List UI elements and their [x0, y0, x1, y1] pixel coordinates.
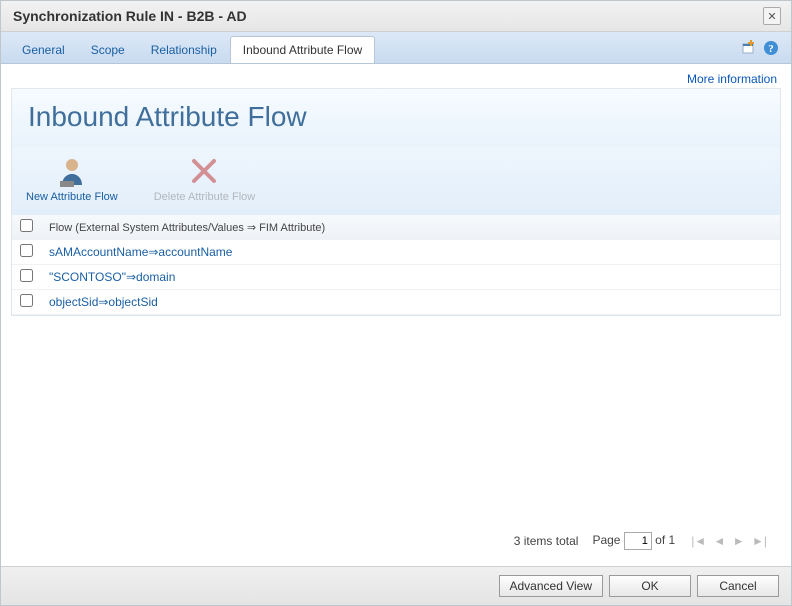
pager-first-icon[interactable]: |◄: [689, 534, 708, 548]
close-button[interactable]: ✕: [763, 7, 781, 25]
cancel-button[interactable]: Cancel: [697, 575, 779, 597]
flow-cell[interactable]: objectSid⇒objectSid: [41, 290, 780, 315]
tab-inbound-attribute-flow[interactable]: Inbound Attribute Flow: [230, 36, 375, 63]
header-right-icons: ?: [741, 40, 783, 56]
more-info-row: More information: [11, 68, 781, 88]
table-row: "SCONTOSO"⇒domain: [12, 265, 780, 290]
delete-attribute-flow-label: Delete Attribute Flow: [154, 191, 256, 203]
dialog-window: Synchronization Rule IN - B2B - AD ✕ Gen…: [0, 0, 792, 606]
select-all-checkbox[interactable]: [20, 219, 33, 232]
more-information-link[interactable]: More information: [687, 72, 777, 86]
row-checkbox[interactable]: [20, 244, 33, 257]
new-attribute-flow-label: New Attribute Flow: [26, 191, 118, 203]
row-checkbox[interactable]: [20, 294, 33, 307]
tab-general[interactable]: General: [9, 36, 78, 63]
tab-relationship[interactable]: Relationship: [138, 36, 230, 63]
delete-x-icon: [188, 155, 220, 187]
page-input[interactable]: [624, 532, 652, 550]
window-title: Synchronization Rule IN - B2B - AD: [13, 8, 763, 24]
close-icon: ✕: [767, 10, 776, 23]
add-window-icon[interactable]: [741, 40, 757, 56]
tab-bar: General Scope Relationship Inbound Attri…: [1, 32, 791, 64]
delete-attribute-flow-button: Delete Attribute Flow: [148, 151, 262, 207]
tab-scope[interactable]: Scope: [78, 36, 138, 63]
page-group: Page of 1: [592, 532, 675, 550]
flow-cell[interactable]: sAMAccountName⇒accountName: [41, 240, 780, 265]
pager-next-icon[interactable]: ►: [731, 534, 747, 548]
flow-cell[interactable]: "SCONTOSO"⇒domain: [41, 265, 780, 290]
attribute-flow-toolbar: New Attribute Flow Delete Attribute Flow: [12, 147, 780, 215]
row-checkbox[interactable]: [20, 269, 33, 282]
user-icon: [56, 155, 88, 187]
attribute-flow-table: Flow (External System Attributes/Values …: [12, 215, 780, 315]
content-area: More information Inbound Attribute Flow …: [1, 64, 791, 566]
panel-header: Inbound Attribute Flow: [12, 89, 780, 147]
pager-bar: 3 items total Page of 1 |◄ ◄ ► ►|: [11, 524, 781, 558]
new-attribute-flow-button[interactable]: New Attribute Flow: [20, 151, 124, 207]
select-all-header: [12, 215, 41, 240]
page-label: Page: [592, 533, 620, 547]
table-row: sAMAccountName⇒accountName: [12, 240, 780, 265]
items-total: 3 items total: [514, 534, 579, 548]
table-row: objectSid⇒objectSid: [12, 290, 780, 315]
button-bar: Advanced View OK Cancel: [1, 566, 791, 605]
panel-title: Inbound Attribute Flow: [28, 101, 764, 133]
help-icon[interactable]: ?: [763, 40, 779, 56]
ok-button[interactable]: OK: [609, 575, 691, 597]
pager-nav: |◄ ◄ ► ►|: [689, 534, 769, 548]
pager-last-icon[interactable]: ►|: [750, 534, 769, 548]
flow-column-header: Flow (External System Attributes/Values …: [41, 215, 780, 240]
titlebar: Synchronization Rule IN - B2B - AD ✕: [1, 1, 791, 32]
panel: Inbound Attribute Flow New Attribute Flo…: [11, 88, 781, 316]
svg-text:?: ?: [768, 43, 774, 55]
pager-prev-icon[interactable]: ◄: [712, 534, 728, 548]
page-of: of 1: [655, 533, 675, 547]
advanced-view-button[interactable]: Advanced View: [499, 575, 604, 597]
